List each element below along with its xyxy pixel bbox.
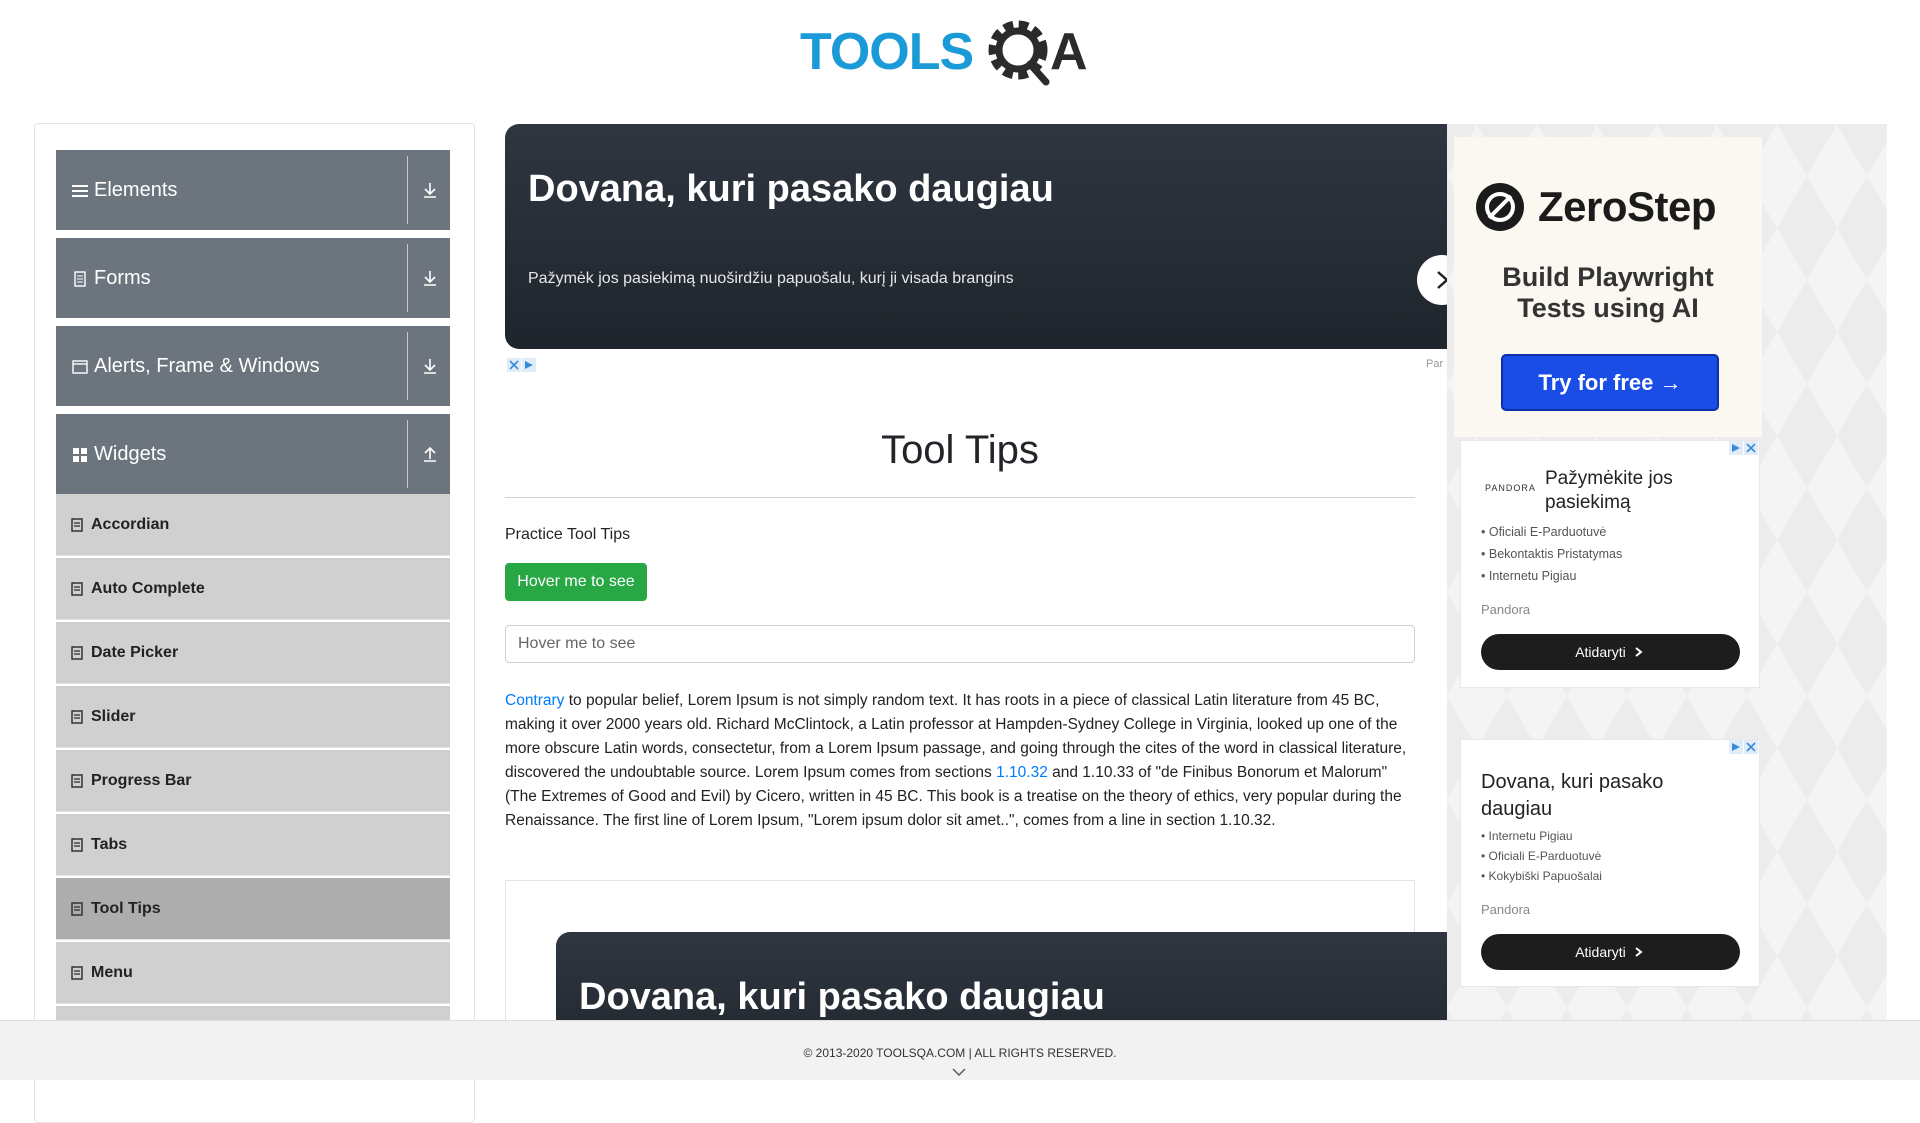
logo-text-tools: TOOLS [800,23,973,81]
sidebar-item-accordian[interactable]: Accordian [56,494,450,556]
upload-arrow-icon [420,444,440,464]
sidebar-item-label: Auto Complete [91,579,205,597]
zerostep-headline: Build Playwright Tests using AI [1454,262,1762,324]
ad-sponsor-text: Par [1426,358,1444,370]
sidebar-item-slider[interactable]: Slider [56,686,450,748]
sidebar-group-label: Alerts, Frame & Windows [94,354,320,377]
chevron-down-icon[interactable] [950,1065,968,1077]
footer: © 2013-2020 TOOLSQA.COM | ALL RIGHTS RES… [0,1020,1920,1080]
document-icon [72,270,88,287]
list-icon [71,901,83,916]
open-ad-button[interactable]: Atidaryti [1481,934,1740,970]
sidebar-item-label: Date Picker [91,643,179,661]
sidebar-group-elements[interactable]: Elements [56,150,450,230]
sidebar-item-label: Slider [91,707,136,725]
pandora-ad-1[interactable]: PANDORA Pažymėkite jos pasiekimą Oficial… [1460,440,1760,688]
window-icon [72,358,88,374]
sidebar-group-label: Elements [94,178,178,201]
list-icon [71,773,83,788]
sidebar-item-auto-complete[interactable]: Auto Complete [56,558,450,620]
grid-icon [72,446,88,462]
sidebar-item-progress-bar[interactable]: Progress Bar [56,750,450,812]
page-title: Tool Tips [881,428,1039,472]
list-item: Oficiali E-Parduotuvė [1481,846,1602,866]
hover-tooltip-button[interactable]: Hover me to see [505,563,647,601]
pandora-ad-2[interactable]: Dovana, kuri pasako daugiau Internetu Pi… [1460,739,1760,987]
list-item: Internetu Pigiau [1481,565,1622,587]
logo-text-a: A [1050,23,1088,81]
sidebar-group-forms[interactable]: Forms [56,238,450,318]
pandora-logo: PANDORA [1485,483,1536,493]
chevron-right-icon [1635,647,1643,657]
list-icon [71,837,83,852]
divider [407,420,408,488]
hover-tooltip-input[interactable]: Hover me to see [505,625,1415,663]
top-banner-ad[interactable]: Dovana, kuri pasako daugiau Pažymėk jos … [505,124,1467,349]
sidebar-item-label: Tool Tips [91,899,161,917]
sidebar-item-label: Progress Bar [91,771,192,789]
list-item: Bekontaktis Pristatymas [1481,543,1622,565]
menu-icon [72,182,88,198]
list-icon [71,709,83,724]
zerostep-name: ZeroStep [1538,183,1717,230]
sidebar-item-tool-tips[interactable]: Tool Tips [56,878,450,940]
ad-bullet-list: Internetu Pigiau Oficiali E-Parduotuvė K… [1481,826,1602,886]
practice-label: Practice Tool Tips [505,526,631,543]
sidebar-item-tabs[interactable]: Tabs [56,814,450,876]
download-arrow-icon [420,356,440,376]
divider [407,156,408,224]
download-arrow-icon [420,268,440,288]
sidebar-item-menu[interactable]: Menu [56,942,450,1004]
headline-line: Tests using AI [1517,293,1699,323]
zerostep-logo: ZeroStep [1474,177,1754,237]
banner-subtitle: Pažymėk jos pasiekimą nuoširdžiu papuoša… [528,270,1014,287]
copyright-text: © 2013-2020 TOOLSQA.COM | ALL RIGHTS RES… [803,1046,1117,1060]
sidebar-group-label: Widgets [94,442,167,465]
try-for-free-button[interactable]: Try for free → [1501,354,1719,411]
banner-title: Dovana, kuri pasako daugiau [579,976,1105,1018]
sidebar-item-date-picker[interactable]: Date Picker [56,622,450,684]
left-sidebar: Elements Forms Alerts, Frame & Windows W… [34,123,475,1123]
sidebar-item-label: Accordian [91,515,170,533]
sidebar-item-label: Tabs [91,835,128,853]
list-icon [71,965,83,980]
headline-line: Build Playwright [1502,262,1714,292]
toolsqa-logo[interactable]: TOOLS A [800,14,1125,94]
zerostep-icon [1476,183,1524,231]
zerostep-ad[interactable]: ZeroStep Build Playwright Tests using AI… [1454,137,1762,437]
ad-title: Pažymėkite jos pasiekimą [1545,468,1673,513]
sidebar-item-label: Menu [91,963,133,981]
button-label: Atidaryti [1575,644,1626,660]
gear-icon [988,20,1050,86]
ad-brand: Pandora [1481,902,1531,917]
divider [407,244,408,312]
sidebar-group-label: Forms [94,266,151,289]
list-icon [71,517,83,532]
list-item: Kokybiški Papuošalai [1481,866,1602,886]
button-label: Atidaryti [1575,944,1626,960]
ad-choices-icon[interactable] [507,358,537,372]
open-ad-button[interactable]: Atidaryti [1481,634,1740,670]
chevron-right-icon [1635,947,1643,957]
contrary-link[interactable]: Contrary [505,692,564,709]
ad-choices-icon[interactable] [1729,740,1759,757]
ad-title: Dovana, kuri pasako daugiau [1481,771,1664,820]
list-icon [71,581,83,596]
download-arrow-icon [420,180,440,200]
sidebar-group-alerts[interactable]: Alerts, Frame & Windows [56,326,450,406]
sidebar-group-widgets[interactable]: Widgets [56,414,450,494]
banner-title: Dovana, kuri pasako daugiau [528,168,1054,210]
lorem-paragraph: Contrary to popular belief, Lorem Ipsum … [505,689,1417,833]
divider [407,332,408,400]
ad-bullet-list: Oficiali E-Parduotuvė Bekontaktis Prista… [1481,521,1622,587]
list-item: Oficiali E-Parduotuvė [1481,521,1622,543]
ad-brand: Pandora [1481,602,1531,617]
list-item: Internetu Pigiau [1481,826,1602,846]
title-divider [505,497,1415,498]
list-icon [71,645,83,660]
section-link[interactable]: 1.10.32 [996,764,1048,781]
ad-choices-icon[interactable] [1729,441,1759,458]
